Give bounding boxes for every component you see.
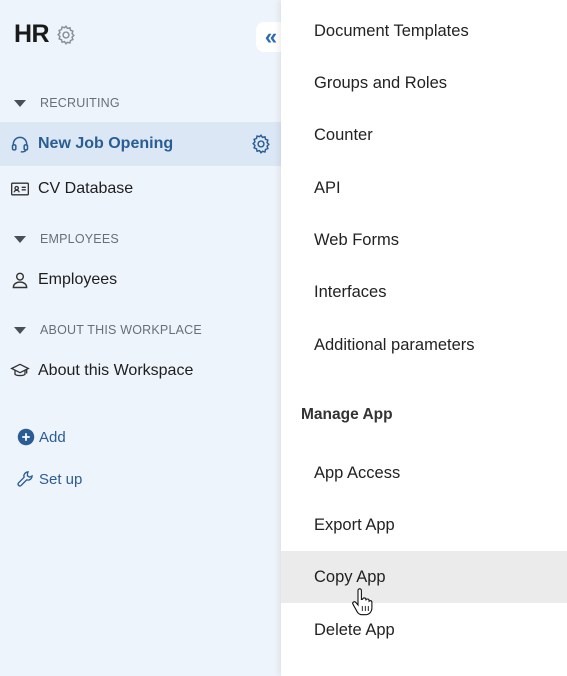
section-label: ABOUT THIS WORKPLACE — [40, 323, 202, 337]
workspace-header: HR — [14, 20, 77, 49]
menu-item-export-app[interactable]: Export App — [281, 499, 567, 551]
add-button[interactable]: Add — [16, 427, 66, 447]
sidebar: HR « RECRUITING New Job Opening CV Datab… — [0, 0, 290, 676]
section-about[interactable]: ABOUT THIS WORKPLACE — [14, 323, 202, 337]
menu-item-document-templates[interactable]: Document Templates — [281, 5, 567, 57]
menu-item-label: Delete App — [314, 620, 395, 639]
sidebar-item-cv-database[interactable]: CV Database — [0, 167, 290, 211]
menu-item-web-forms[interactable]: Web Forms — [281, 214, 567, 266]
sidebar-item-label: Employees — [38, 271, 118, 288]
section-label: RECRUITING — [40, 96, 120, 110]
menu-item-label: Interfaces — [314, 282, 387, 301]
set-up-button[interactable]: Set up — [16, 469, 82, 489]
menu-item-label: App Access — [314, 463, 401, 482]
section-recruiting[interactable]: RECRUITING — [14, 96, 120, 110]
caret-down-icon — [14, 99, 26, 107]
sidebar-item-new-job-opening[interactable]: New Job Opening — [0, 122, 290, 166]
menu-item-additional-parameters[interactable]: Additional parameters — [281, 319, 567, 371]
menu-item-counter[interactable]: Counter — [281, 109, 567, 161]
sidebar-item-label: New Job Opening — [38, 135, 174, 152]
menu-item-label: Groups and Roles — [314, 73, 447, 92]
headset-icon — [9, 133, 31, 155]
menu-item-groups-and-roles[interactable]: Groups and Roles — [281, 57, 567, 109]
menu-item-label: Export App — [314, 515, 395, 534]
hand-pointer-cursor-icon — [351, 588, 373, 616]
menu-item-label: Counter — [314, 125, 373, 144]
menu-item-api[interactable]: API — [281, 162, 567, 214]
section-label: EMPLOYEES — [40, 232, 119, 246]
workspace-title: HR — [14, 20, 50, 48]
menu-item-label: Copy App — [314, 567, 386, 586]
app-settings-menu: Document Templates Groups and Roles Coun… — [281, 0, 567, 676]
menu-item-delete-app[interactable]: Delete App — [281, 604, 567, 656]
menu-item-app-access[interactable]: App Access — [281, 447, 567, 499]
double-chevron-left-icon: « — [264, 24, 278, 49]
plus-circle-icon — [16, 427, 36, 447]
wrench-icon — [16, 469, 36, 489]
caret-down-icon — [14, 326, 26, 334]
person-icon — [9, 269, 31, 291]
sidebar-item-label: CV Database — [38, 180, 134, 197]
menu-item-label: Document Templates — [314, 21, 469, 40]
add-label: Add — [39, 428, 66, 446]
section-employees[interactable]: EMPLOYEES — [14, 232, 119, 246]
menu-section-manage-app: Manage App — [301, 406, 393, 423]
gear-icon[interactable] — [55, 24, 77, 46]
menu-item-label: Additional parameters — [314, 335, 475, 354]
item-settings-gear-icon[interactable] — [250, 133, 272, 155]
menu-item-copy-app[interactable]: Copy App — [281, 551, 567, 603]
menu-item-label: Web Forms — [314, 230, 399, 249]
sidebar-item-employees[interactable]: Employees — [0, 258, 290, 302]
id-card-icon — [9, 178, 31, 200]
sidebar-item-about-workspace[interactable]: About this Workspace — [0, 349, 290, 393]
caret-down-icon — [14, 235, 26, 243]
set-up-label: Set up — [39, 470, 83, 488]
sidebar-item-label: About this Workspace — [38, 362, 194, 379]
menu-item-interfaces[interactable]: Interfaces — [281, 266, 567, 318]
menu-item-label: API — [314, 178, 341, 197]
graduation-cap-icon — [9, 360, 31, 382]
